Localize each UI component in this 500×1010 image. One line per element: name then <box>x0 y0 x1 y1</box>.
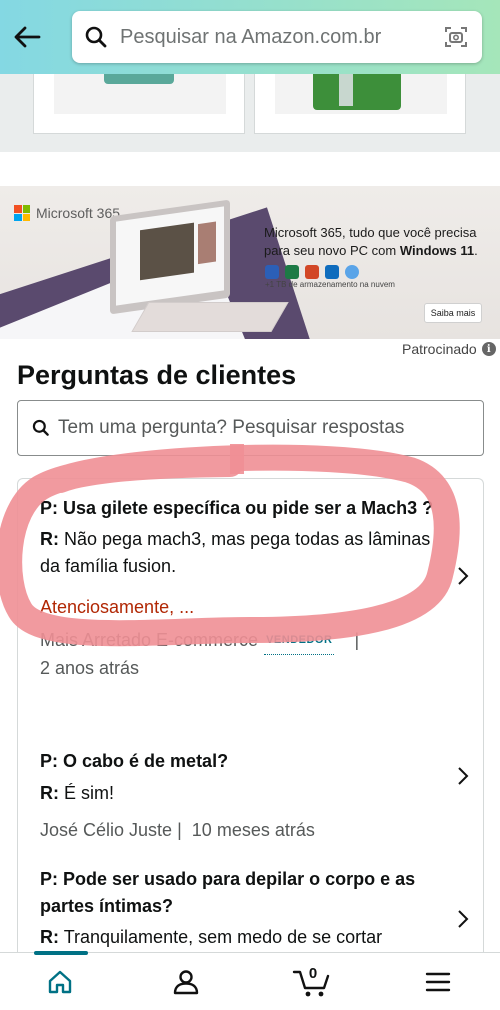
qa-search-field[interactable] <box>17 400 484 456</box>
cart-count: 0 <box>308 965 318 982</box>
answer-time: 10 meses atrás <box>191 820 315 840</box>
back-button[interactable] <box>10 20 44 54</box>
seller-badge: VENDEDOR <box>264 627 335 656</box>
powerpoint-icon <box>305 265 319 279</box>
qa-item[interactable]: P: Usa gilete específica ou pide ser a M… <box>40 495 440 682</box>
answer-text: R: Não pega mach3, mas pega todas as lâm… <box>40 529 431 576</box>
laptop-image <box>110 199 230 315</box>
qa-item[interactable]: P: Pode ser usado para depilar o corpo e… <box>40 866 440 951</box>
question-text: P: Usa gilete específica ou pide ser a M… <box>40 498 434 518</box>
word-icon <box>265 265 279 279</box>
ad-storage-note: +1 TB de armazenamento na nuvem <box>265 280 395 289</box>
author-name: José Célio Juste <box>40 820 173 840</box>
section-title: Perguntas de clientes <box>17 360 297 390</box>
product-carousel <box>0 74 500 152</box>
qa-search-input[interactable] <box>58 408 483 448</box>
nav-cart-button[interactable]: 0 <box>282 953 342 1010</box>
back-arrow-icon <box>14 26 41 48</box>
product-card[interactable] <box>254 74 466 134</box>
answer-continuation: Atenciosamente, ... <box>40 597 195 617</box>
answer-time: 2 anos atrás <box>40 658 140 679</box>
bottom-navigation: 0 <box>0 951 500 1010</box>
ad-brand: Microsoft 365 <box>36 205 121 221</box>
question-text: P: Pode ser usado para depilar o corpo e… <box>40 869 416 916</box>
product-image <box>54 74 226 114</box>
office-app-icons <box>265 265 359 279</box>
search-input[interactable] <box>116 17 436 57</box>
info-icon: i <box>481 342 496 356</box>
search-icon <box>76 11 116 63</box>
laptop-base-image <box>131 302 289 332</box>
account-icon <box>173 970 199 995</box>
search-field[interactable] <box>72 11 482 63</box>
qa-list: P: Usa gilete específica ou pide ser a M… <box>17 478 484 953</box>
nav-menu-button[interactable] <box>408 953 468 1010</box>
answer-meta: Mais Arretado E-commerce VENDEDOR | 2 ano… <box>40 627 440 682</box>
home-icon <box>48 970 72 994</box>
qa-item[interactable]: P: O cabo é de metal? R: É sim! José Cél… <box>40 748 440 844</box>
question-text: P: O cabo é de metal? <box>40 751 229 771</box>
product-card[interactable] <box>33 74 245 134</box>
onedrive-icon <box>345 265 359 279</box>
excel-icon <box>285 265 299 279</box>
chevron-right-icon[interactable] <box>453 909 473 929</box>
chevron-right-icon[interactable] <box>453 766 473 786</box>
answer-meta: José Célio Juste | 10 meses atrás <box>40 820 315 840</box>
sponsored-label[interactable]: Patrocinado i <box>402 341 496 357</box>
microsoft-logo: Microsoft 365 <box>14 205 120 221</box>
author-name: Mais Arretado E-commerce <box>40 630 259 650</box>
search-icon <box>24 418 58 438</box>
nav-home-button[interactable] <box>30 953 90 1010</box>
menu-icon <box>425 972 451 992</box>
ad-headline: Microsoft 365, tudo que você precisa par… <box>264 225 478 258</box>
chevron-right-icon[interactable] <box>453 566 473 586</box>
nav-account-button[interactable] <box>156 953 216 1010</box>
saiba-mais-button[interactable]: Saiba mais <box>424 303 482 323</box>
answer-text: R: É sim! <box>40 783 115 803</box>
camera-scan-icon[interactable] <box>436 11 476 63</box>
top-search-bar <box>0 0 500 74</box>
outlook-icon <box>325 265 339 279</box>
product-image <box>275 74 447 114</box>
answer-text: R: Tranquilamente, sem medo de se cortar <box>40 927 383 947</box>
microsoft-windows-icon <box>14 205 30 221</box>
